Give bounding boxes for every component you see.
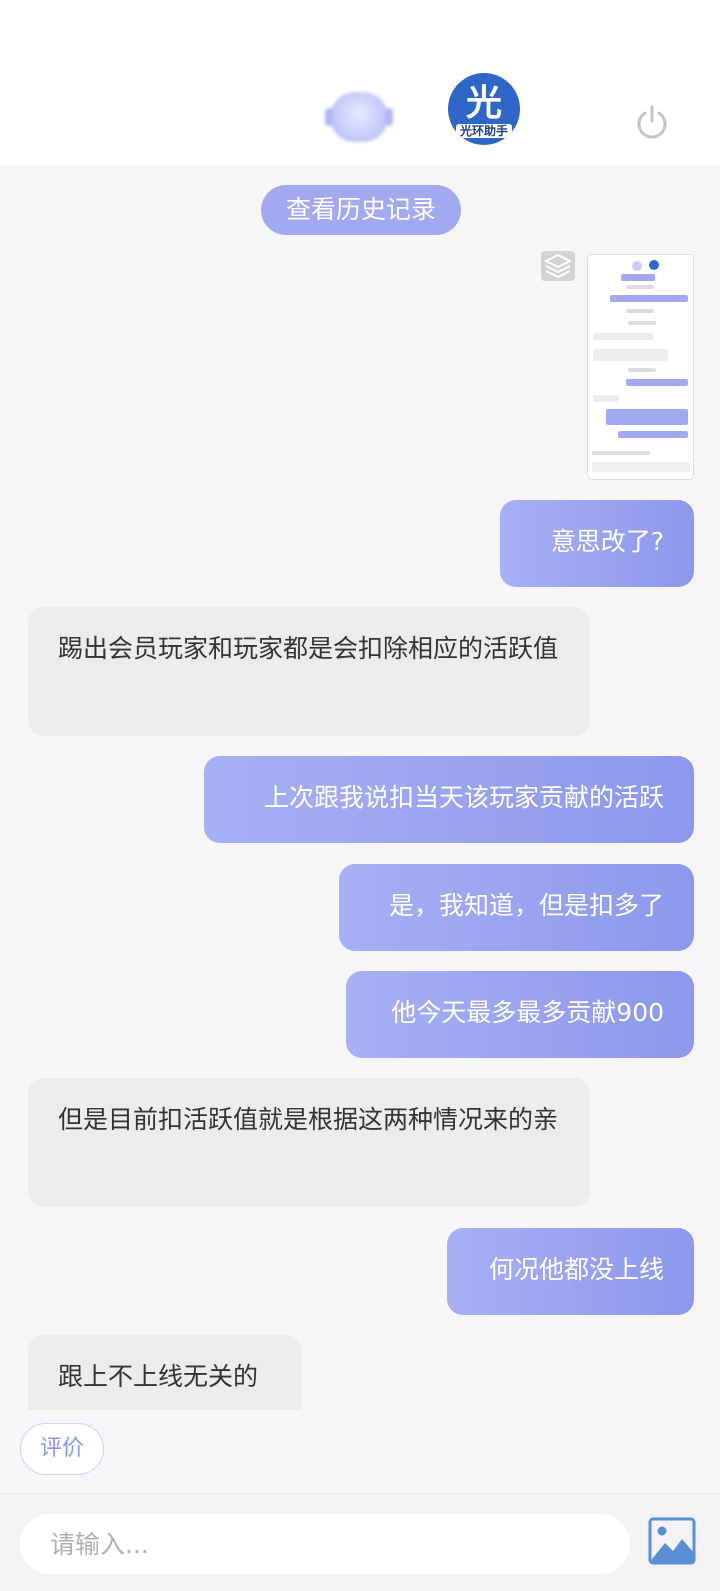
input-bar <box>0 1493 720 1591</box>
power-icon[interactable] <box>634 104 670 140</box>
rate-button[interactable]: 评价 <box>20 1423 104 1475</box>
image-icon[interactable] <box>648 1517 696 1565</box>
brand-logo: 光 光环助手 <box>448 73 520 145</box>
message-input[interactable] <box>20 1514 630 1574</box>
brand-logo-name: 光环助手 <box>455 124 512 138</box>
incoming-message: 跟上不上线无关的 <box>28 1335 302 1410</box>
chat-header: 光 光环助手 <box>0 0 720 165</box>
headset-avatar-icon <box>325 92 393 142</box>
brand-logo-glyph: 光 <box>465 83 502 124</box>
chat-scroll-area[interactable]: 跟上不上线无关的 <box>0 165 720 1410</box>
